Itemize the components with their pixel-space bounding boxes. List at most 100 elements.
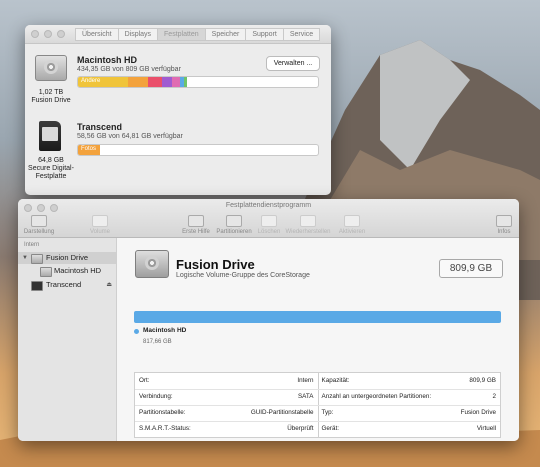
zoom-button[interactable] bbox=[50, 204, 58, 212]
drive-free-space: 58,56 GB von 64,81 GB verfügbar bbox=[77, 133, 183, 140]
sd-card-icon bbox=[31, 281, 43, 291]
sidebar-item-label: Transcend bbox=[46, 280, 82, 289]
tab-memory[interactable]: Speicher bbox=[204, 28, 246, 41]
info-key: Anzahl an untergeordneten Partitionen: bbox=[321, 393, 432, 400]
info-row: Typ: Fusion Drive bbox=[317, 405, 500, 422]
drive-free-space: 434,35 GB von 809 GB verfügbar bbox=[77, 66, 181, 73]
volume-label: Volume bbox=[89, 229, 110, 235]
drive-type: Fusion Drive bbox=[31, 97, 71, 104]
info-value: 2 bbox=[492, 393, 496, 400]
tab-service[interactable]: Service bbox=[282, 28, 321, 41]
tab-displays[interactable]: Displays bbox=[117, 28, 158, 41]
info-key: Verbindung: bbox=[139, 393, 173, 400]
sidebar-item-fusion-drive[interactable]: ▼ Fusion Drive bbox=[18, 252, 116, 264]
partition-label: Partitionieren bbox=[216, 229, 252, 235]
info-value: Virtuell bbox=[476, 425, 496, 432]
disk-utility-window: Festplattendienstprogramm Darstellung Vo… bbox=[18, 199, 519, 441]
tab-storage[interactable]: Festplatten bbox=[157, 28, 205, 41]
first-aid-label: Erste Hilfe bbox=[182, 229, 210, 235]
info-row: Anzahl an untergeordneten Partitionen: 2 bbox=[317, 389, 500, 406]
hard-drive-icon bbox=[135, 250, 169, 278]
info-button[interactable]: Infos bbox=[492, 215, 516, 235]
info-row: S.M.A.R.T.-Status: Überprüft bbox=[135, 421, 318, 437]
info-table: Ort: Intern Verbindung: SATA Partitionstab… bbox=[134, 372, 501, 438]
usage-bar-label: Andere bbox=[81, 78, 101, 84]
mount-icon bbox=[344, 215, 360, 227]
drive-name: Transcend bbox=[77, 122, 123, 132]
tab-support[interactable]: Support bbox=[245, 28, 283, 41]
partition-button[interactable]: Partitionieren bbox=[214, 215, 254, 235]
stethoscope-icon bbox=[188, 215, 204, 227]
sidebar-item-transcend[interactable]: Transcend ⏏ bbox=[18, 279, 116, 291]
view-label: Darstellung bbox=[23, 229, 55, 235]
drive-capacity: 64,8 GB bbox=[38, 157, 64, 164]
info-key: Typ: bbox=[321, 409, 334, 416]
info-value: Überprüft bbox=[287, 425, 314, 432]
info-row: Kapazität: 809,9 GB bbox=[317, 373, 500, 390]
usage-segment-apps bbox=[128, 77, 148, 87]
info-key: S.M.A.R.T.-Status: bbox=[139, 425, 191, 432]
info-key: Ort: bbox=[139, 377, 150, 384]
hard-drive-icon bbox=[35, 55, 67, 81]
usage-segment-docs bbox=[148, 77, 162, 87]
volume-detail-panel: Fusion Drive Logische Volume-Gruppe des … bbox=[117, 238, 519, 441]
sidebar-item-label: Macintosh HD bbox=[54, 266, 102, 275]
info-value: SATA bbox=[297, 393, 314, 400]
minimize-button[interactable] bbox=[37, 204, 45, 212]
storage-usage-bar: Fotos bbox=[77, 144, 319, 156]
storage-window: Übersicht Displays Festplatten Speicher … bbox=[25, 25, 331, 195]
info-label: Infos bbox=[497, 229, 511, 235]
volume-usage-bar bbox=[134, 311, 501, 323]
minimize-button[interactable] bbox=[44, 30, 52, 38]
usage-segment-music bbox=[172, 77, 180, 87]
info-row: Ort: Intern bbox=[135, 373, 318, 390]
volume-name: Fusion Drive bbox=[176, 257, 255, 272]
window-controls bbox=[24, 204, 58, 212]
volume-subtitle: Logische Volume-Gruppe des CoreStorage bbox=[176, 272, 310, 279]
usage-segment-photos bbox=[162, 77, 172, 87]
sidebar-item-macintosh-hd[interactable]: Macintosh HD bbox=[18, 265, 116, 277]
sidebar-icon bbox=[31, 215, 47, 227]
info-row: Partitionstabelle: GUID-Partitionstabelle bbox=[135, 405, 318, 422]
legend-volume-name: Macintosh HD bbox=[143, 327, 187, 334]
volume-button[interactable]: Volume bbox=[80, 215, 120, 235]
storage-titlebar: Übersicht Displays Festplatten Speicher … bbox=[25, 25, 331, 44]
drive-capacity-label: 1,02 TB Fusion Drive bbox=[27, 89, 75, 105]
view-button[interactable]: Darstellung bbox=[22, 215, 56, 235]
close-button[interactable] bbox=[31, 30, 39, 38]
usage-bar-label: Fotos bbox=[81, 146, 97, 152]
erase-label: Löschen bbox=[257, 229, 281, 235]
info-row: Gerät: Virtuell bbox=[318, 421, 501, 437]
volume-icon bbox=[92, 215, 108, 227]
info-value: Intern bbox=[297, 377, 314, 384]
info-column-left: Ort: Intern Verbindung: SATA Partitionstab… bbox=[135, 373, 319, 437]
disclosure-triangle-icon[interactable]: ▼ bbox=[22, 252, 28, 264]
drive-type: Secure Digital-Festplatte bbox=[28, 165, 74, 180]
drive-name: Macintosh HD bbox=[77, 55, 138, 65]
info-key: Kapazität: bbox=[321, 377, 350, 384]
volume-size-badge: 809,9 GB bbox=[439, 259, 503, 278]
manage-button[interactable]: Verwalten ... bbox=[266, 56, 320, 71]
usage-segment-system bbox=[184, 77, 187, 87]
toolbar: Festplattendienstprogramm Darstellung Vo… bbox=[18, 199, 519, 238]
eject-icon[interactable]: ⏏ bbox=[106, 279, 112, 291]
first-aid-button[interactable]: Erste Hilfe bbox=[178, 215, 214, 235]
restore-button[interactable]: Wiederherstellen bbox=[284, 215, 332, 235]
close-button[interactable] bbox=[24, 204, 32, 212]
restore-label: Wiederherstellen bbox=[285, 229, 331, 235]
legend-volume-size: 817,66 GB bbox=[143, 339, 172, 345]
info-key: Partitionstabelle: bbox=[139, 409, 186, 416]
tab-overview[interactable]: Übersicht bbox=[75, 28, 118, 41]
mount-label: Aktivieren bbox=[338, 229, 366, 235]
info-value: 809,9 GB bbox=[469, 377, 496, 384]
storage-usage-bar: Andere bbox=[77, 76, 319, 88]
info-icon bbox=[496, 215, 512, 227]
sidebar: Intern ▼ Fusion Drive Macintosh HD Trans… bbox=[18, 238, 117, 441]
mount-button[interactable]: Aktivieren bbox=[334, 215, 370, 235]
volume-icon bbox=[40, 267, 52, 277]
storage-tabs: Übersicht Displays Festplatten Speicher … bbox=[75, 28, 321, 41]
zoom-button[interactable] bbox=[57, 30, 65, 38]
erase-button[interactable]: Löschen bbox=[254, 215, 284, 235]
info-value: GUID-Partitionstabelle bbox=[250, 409, 314, 416]
info-column-right: Kapazität: 809,9 GB Anzahl an untergeordn… bbox=[317, 373, 501, 437]
